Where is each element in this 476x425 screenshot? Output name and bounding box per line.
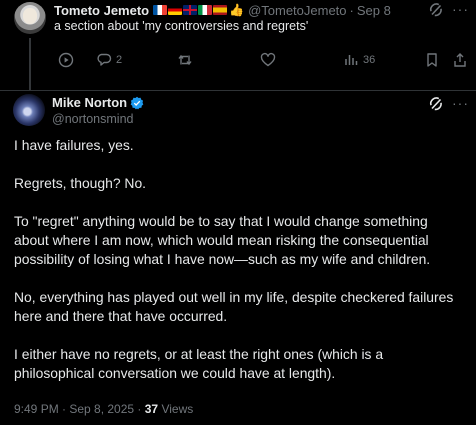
post-line: I have failures, yes. bbox=[14, 137, 134, 153]
post-views-count: 37 bbox=[144, 402, 159, 416]
post-line: possibility of losing what I have now—su… bbox=[14, 251, 431, 267]
divider bbox=[0, 90, 476, 91]
author-handle[interactable]: @nortonsmind bbox=[52, 112, 133, 126]
share-icon bbox=[454, 53, 466, 67]
reply-handle[interactable]: @TometoJemeto bbox=[248, 3, 346, 18]
post-meta: 9:49 PM · Sep 8, 2025 · 37 Views bbox=[14, 402, 193, 416]
post-line: I either have no regrets, or at least th… bbox=[14, 346, 384, 362]
reply-action-bar: 2 36 bbox=[54, 50, 470, 70]
author-display-name[interactable]: Mike Norton bbox=[52, 95, 127, 110]
post-paragraph: Regrets, though? No. bbox=[14, 174, 476, 193]
post-paragraph: To "regret" anything would be to say tha… bbox=[14, 212, 476, 269]
flag-france-icon bbox=[153, 5, 168, 15]
reply-separator: · bbox=[349, 2, 354, 18]
flag-uk-icon bbox=[183, 5, 198, 15]
bar-chart-icon bbox=[345, 55, 358, 65]
play-button[interactable] bbox=[58, 50, 74, 70]
flag-germany-icon bbox=[168, 5, 183, 15]
post-line: No, everything has played out well in my… bbox=[14, 289, 454, 305]
post-line: To "regret" anything would be to say tha… bbox=[14, 213, 428, 229]
verified-badge-icon bbox=[130, 96, 144, 109]
grok-icon[interactable] bbox=[428, 96, 444, 112]
reply-text: a section about 'my controversies and re… bbox=[54, 19, 309, 33]
like-button[interactable] bbox=[260, 50, 280, 70]
flag-spain-icon bbox=[213, 5, 228, 15]
views-count: 36 bbox=[363, 54, 376, 66]
speech-bubble-icon bbox=[97, 53, 112, 66]
reply-header: Tometo Jemeto 👍 @TometoJemeto · Sep 8 bbox=[54, 2, 391, 18]
bookmark-icon bbox=[427, 53, 437, 67]
reply-date[interactable]: Sep 8 bbox=[357, 3, 391, 18]
post-paragraph: I have failures, yes. bbox=[14, 136, 476, 155]
post-body: I have failures, yes. Regrets, though? N… bbox=[14, 136, 476, 402]
post-views-label: Views bbox=[158, 402, 194, 416]
reply-display-name[interactable]: Tometo Jemeto bbox=[54, 3, 149, 18]
bookmark-button[interactable] bbox=[424, 50, 440, 70]
thumbs-up-icon: 👍 bbox=[229, 3, 245, 17]
thread-line bbox=[29, 38, 31, 90]
post-line: about where I am now, which would mean r… bbox=[14, 232, 429, 248]
post-line: Regrets, though? No. bbox=[14, 175, 147, 191]
author-name-row: Mike Norton bbox=[52, 95, 144, 110]
post-line: philosophical conversation we could have… bbox=[14, 365, 336, 381]
more-dots-icon[interactable]: ··· bbox=[452, 95, 469, 111]
author-avatar[interactable] bbox=[13, 94, 45, 126]
repost-icon bbox=[178, 54, 192, 66]
heart-icon bbox=[260, 52, 276, 67]
reply-button[interactable]: 2 bbox=[96, 50, 122, 70]
name-flags-emoji: 👍 bbox=[153, 3, 244, 17]
reply-count: 2 bbox=[116, 54, 123, 66]
views-button[interactable]: 36 bbox=[343, 50, 375, 70]
reply-avatar[interactable] bbox=[14, 2, 46, 34]
flag-italy-icon bbox=[198, 5, 213, 15]
post-timestamp[interactable]: 9:49 PM · Sep 8, 2025 · bbox=[14, 402, 145, 416]
post-paragraph: I either have no regrets, or at least th… bbox=[14, 345, 476, 383]
share-button[interactable] bbox=[452, 50, 468, 70]
post-paragraph: No, everything has played out well in my… bbox=[14, 288, 476, 326]
play-icon bbox=[58, 52, 74, 68]
more-dots-icon[interactable]: ··· bbox=[452, 1, 469, 17]
post-line: here and there that have occurred. bbox=[14, 308, 228, 324]
reply-tweet[interactable]: Tometo Jemeto 👍 @TometoJemeto · Sep 8 ··… bbox=[0, 0, 476, 90]
repost-button[interactable] bbox=[177, 50, 197, 70]
grok-icon[interactable] bbox=[428, 2, 444, 18]
